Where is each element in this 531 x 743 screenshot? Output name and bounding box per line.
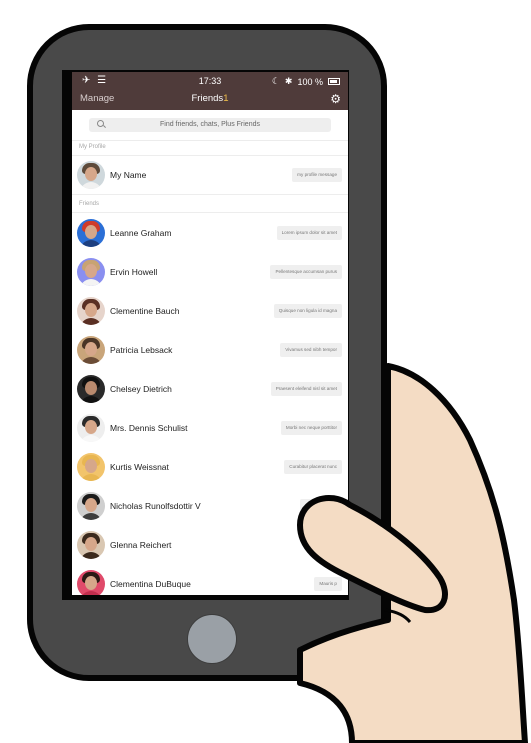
illustration: ✈ ☰ 17:33 ☾ ✱ 100 % Manage Friends1 ⚙ Fi… xyxy=(0,0,531,743)
hand-illustration xyxy=(297,363,528,743)
